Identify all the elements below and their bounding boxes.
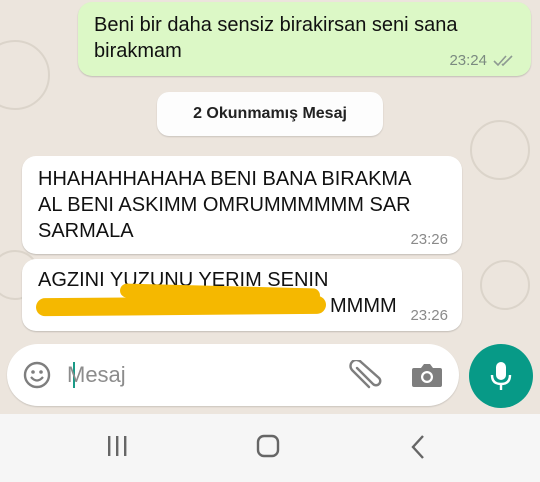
message-text-line: SARMALA: [38, 220, 134, 242]
double-check-icon: [493, 54, 513, 66]
message-bubble-outgoing[interactable]: Beni bir daha sensiz birakirsan seni san…: [78, 2, 531, 76]
message-text-line: AL BENI ASKIMM OMRUMMMMMM SAR: [38, 194, 411, 216]
message-time: 23:26: [410, 231, 448, 248]
recents-icon[interactable]: [106, 434, 128, 458]
message-text-line: HHAHAHHAHAHA BENI BANA BIRAKMA: [38, 168, 412, 190]
redaction-mark: [35, 295, 327, 317]
message-text-fragment: MMMM: [330, 295, 397, 317]
camera-icon[interactable]: [411, 362, 443, 388]
message-input[interactable]: Mesaj: [67, 362, 126, 388]
mic-icon: [490, 362, 512, 390]
message-text-line: birakmam: [94, 40, 182, 62]
home-icon[interactable]: [256, 434, 280, 458]
message-bubble-incoming[interactable]: HHAHAHHAHAHA BENI BANA BIRAKMA AL BENI A…: [22, 156, 462, 254]
paperclip-icon[interactable]: [349, 360, 383, 390]
message-time: 23:24: [449, 52, 487, 69]
system-navigation-bar: [0, 414, 540, 482]
message-text-line: Beni bir daha sensiz birakirsan seni san…: [94, 14, 458, 36]
unread-messages-divider: 2 Okunmamış Mesaj: [157, 92, 383, 136]
message-input-bar[interactable]: Mesaj: [7, 344, 459, 406]
voice-message-button[interactable]: [469, 344, 533, 408]
back-icon[interactable]: [408, 434, 428, 460]
emoji-icon[interactable]: [23, 361, 51, 389]
message-time: 23:26: [410, 307, 448, 324]
